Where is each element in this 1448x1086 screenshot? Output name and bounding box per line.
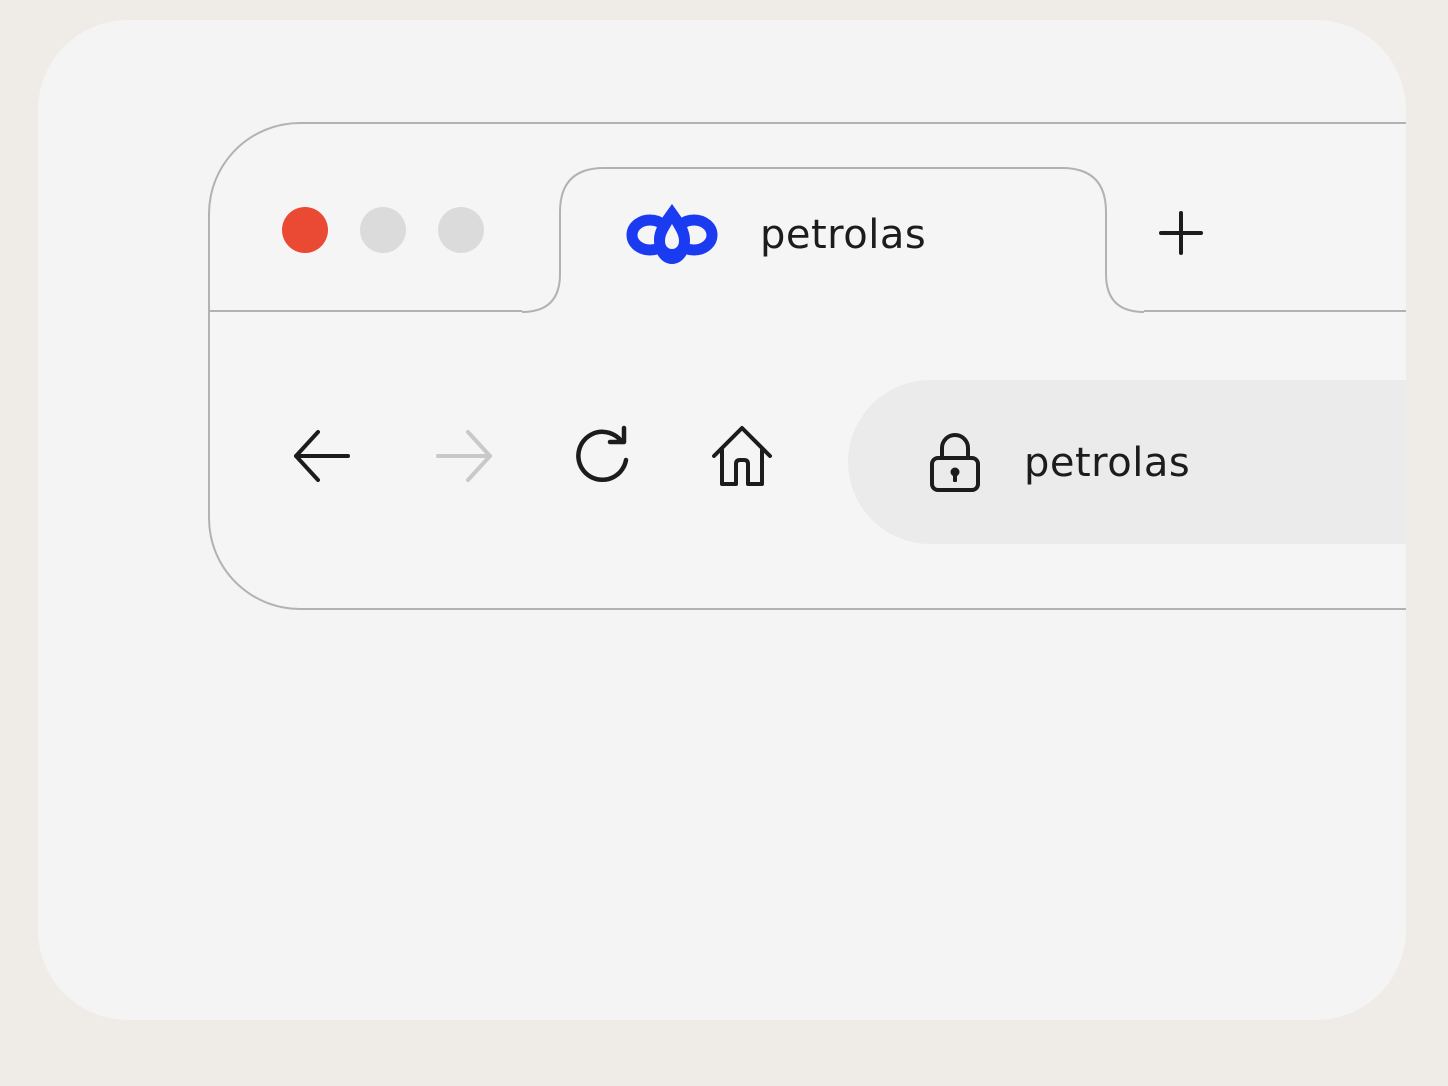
reload-button[interactable] <box>570 424 634 488</box>
arrow-right-icon <box>436 430 492 482</box>
address-bar[interactable]: petrolas <box>848 380 1406 544</box>
tab-petrolas[interactable]: petrolas <box>560 168 1106 308</box>
address-bar-text: petrolas <box>1024 440 1191 486</box>
arrow-left-icon <box>294 430 350 482</box>
petrolas-logo-icon <box>626 204 718 264</box>
back-button[interactable] <box>290 424 354 488</box>
plus-icon <box>1159 211 1203 255</box>
forward-button[interactable] <box>432 424 496 488</box>
minimize-window-button[interactable] <box>360 207 406 253</box>
new-tab-button[interactable] <box>1158 210 1204 256</box>
tabstrip-divider <box>1144 310 1406 312</box>
app-card: petrolas petrolas <box>38 20 1406 1020</box>
lock-icon <box>930 433 980 492</box>
close-window-button[interactable] <box>282 207 328 253</box>
home-icon <box>712 426 772 486</box>
tab-title: petrolas <box>760 212 927 258</box>
tabstrip-divider <box>210 310 522 312</box>
maximize-window-button[interactable] <box>438 207 484 253</box>
browser-window: petrolas petrolas <box>208 122 1406 610</box>
home-button[interactable] <box>710 424 774 488</box>
reload-icon <box>576 425 629 483</box>
